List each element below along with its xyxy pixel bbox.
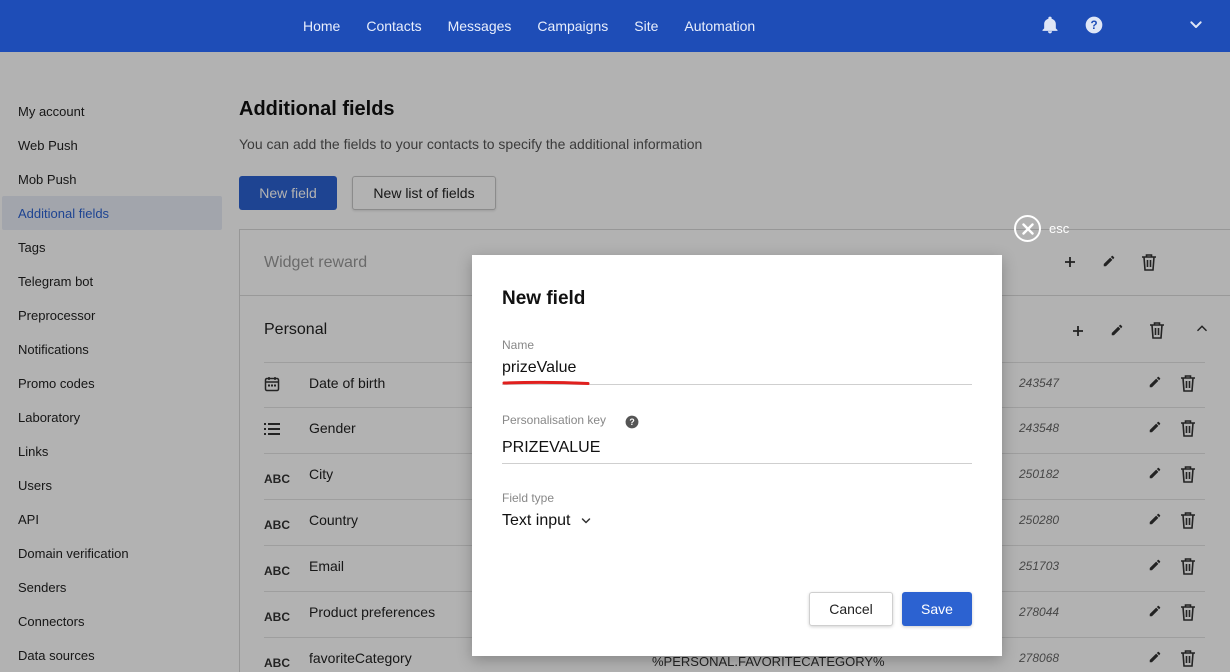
field-type-label: Field type: [502, 491, 555, 505]
svg-text:?: ?: [629, 417, 634, 427]
personalisation-key-label: Personalisation key: [502, 413, 607, 427]
save-button[interactable]: Save: [902, 592, 972, 626]
close-modal-button[interactable]: esc: [1014, 215, 1069, 242]
cancel-button[interactable]: Cancel: [809, 592, 893, 626]
help-icon[interactable]: ?: [1084, 15, 1104, 38]
esc-label: esc: [1049, 221, 1070, 236]
chevron-down-icon[interactable]: [1188, 17, 1204, 36]
nav-automation[interactable]: Automation: [684, 18, 755, 34]
annotation-underline: [502, 380, 590, 385]
field-type-select[interactable]: Text input: [502, 512, 592, 530]
nav-home[interactable]: Home: [303, 18, 340, 34]
help-icon[interactable]: ?: [625, 415, 639, 432]
key-underline: [502, 463, 972, 464]
name-input[interactable]: [502, 355, 972, 381]
top-navbar: Home Contacts Messages Campaigns Site Au…: [0, 0, 1230, 52]
field-type-value: Text input: [502, 512, 571, 529]
name-label: Name: [502, 338, 535, 352]
nav-messages[interactable]: Messages: [448, 18, 512, 34]
top-nav: Home Contacts Messages Campaigns Site Au…: [303, 0, 781, 52]
svg-text:?: ?: [1090, 19, 1097, 32]
personalisation-key-input[interactable]: [502, 435, 972, 461]
dialog-title: New field: [502, 288, 586, 309]
nav-campaigns[interactable]: Campaigns: [537, 18, 608, 34]
chevron-down-icon: [582, 518, 591, 524]
nav-site[interactable]: Site: [634, 18, 658, 34]
close-icon[interactable]: [1014, 215, 1041, 242]
nav-contacts[interactable]: Contacts: [366, 18, 421, 34]
bell-icon[interactable]: [1040, 15, 1060, 38]
new-field-dialog: New field Name Personalisation key ? Fie…: [472, 255, 1002, 656]
